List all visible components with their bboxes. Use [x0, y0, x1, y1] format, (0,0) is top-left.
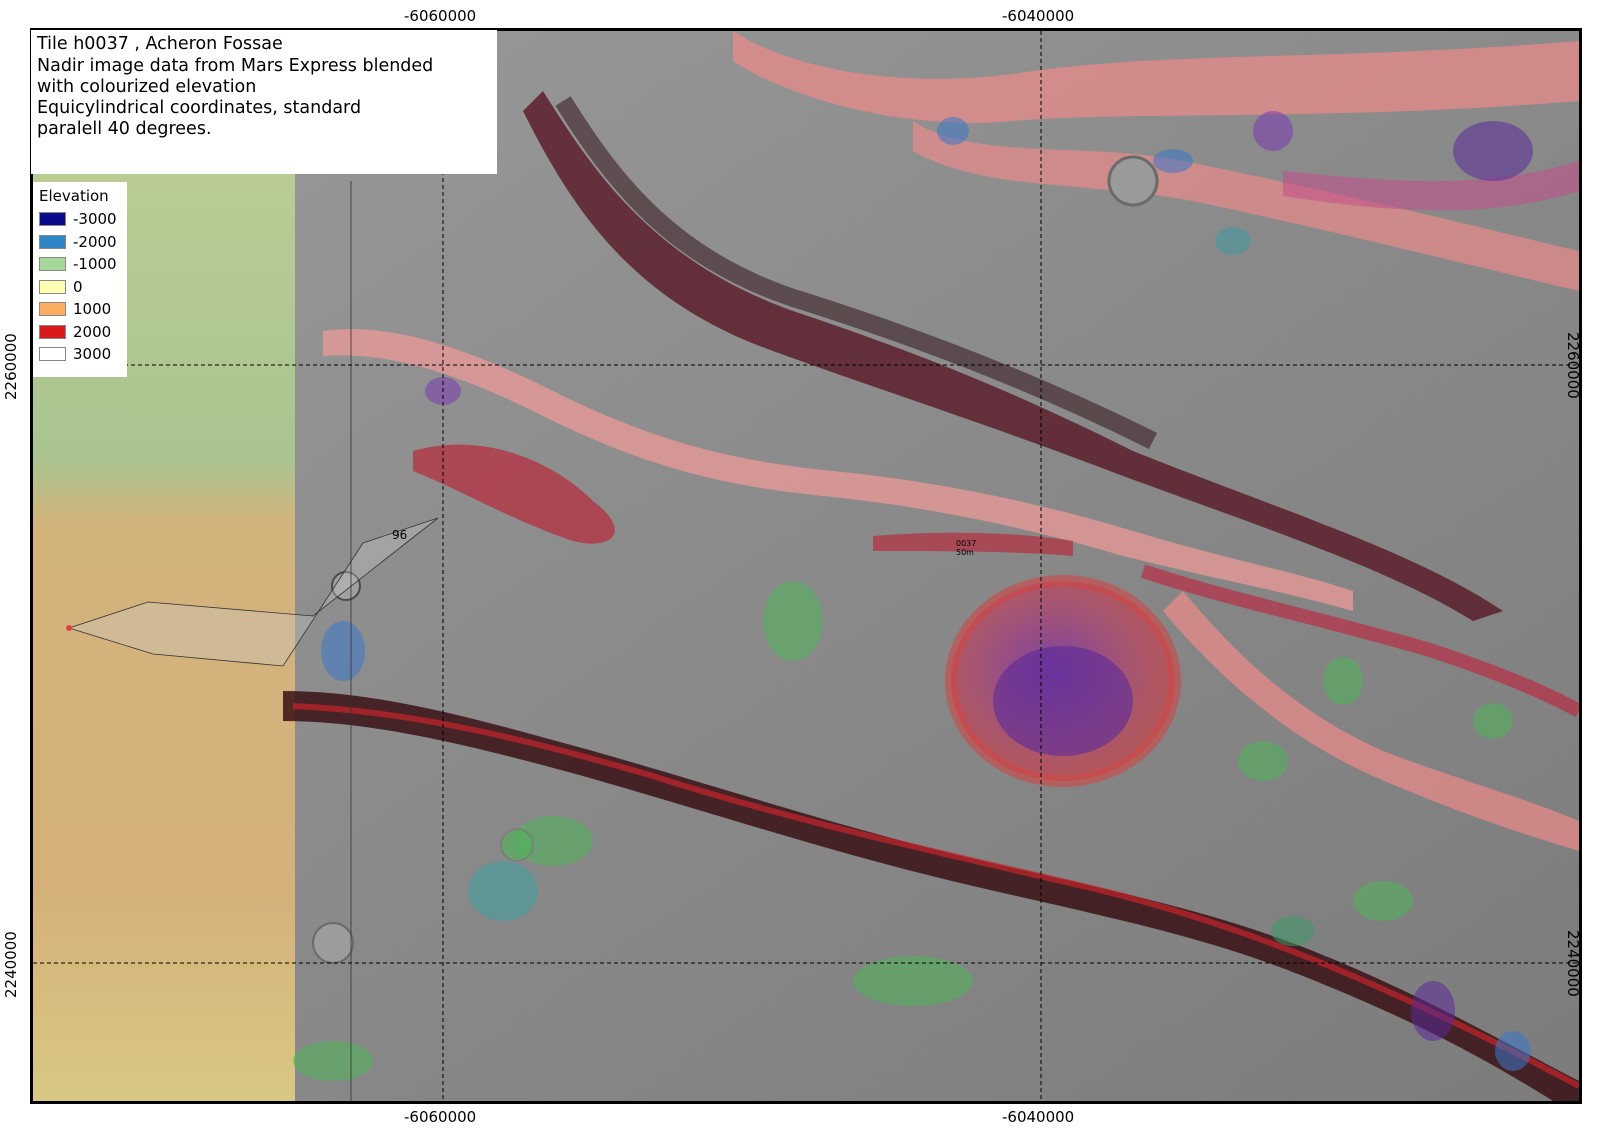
map-title: Tile h0037 , Acheron Fossae — [37, 34, 283, 54]
x-tick-top-2: -6040000 — [1002, 7, 1075, 25]
map-title-box: Tile h0037 , Acheron Fossae Nadir image … — [31, 30, 497, 174]
legend-label: -2000 — [73, 232, 117, 251]
elevation-legend: Elevation -3000 -2000 -1000 0 1000 2000 3000 — [33, 182, 127, 377]
legend-label: -1000 — [73, 255, 117, 273]
y-tick-left-1: 2260000 — [2, 333, 20, 400]
legend-swatch — [39, 212, 66, 226]
legend-swatch — [39, 279, 66, 294]
orbit-number-label: 96 — [392, 528, 408, 542]
legend-swatch — [39, 234, 66, 249]
map-subtitle-2: with colourized elevation — [37, 77, 257, 97]
tile-id: 0037 — [956, 539, 977, 548]
y-tick-right-1: 2260000 — [1564, 332, 1582, 399]
map-subtitle-3: Equicylindrical coordinates, standard — [37, 98, 362, 118]
y-tick-left-2: 2240000 — [2, 931, 20, 998]
small-crater — [1107, 155, 1159, 207]
legend-item: -2000 — [39, 233, 129, 253]
crater-floor — [993, 646, 1133, 756]
legend-swatch — [39, 257, 66, 271]
legend-item: -3000 — [39, 210, 129, 230]
x-tick-bottom-2: -6040000 — [1002, 1108, 1075, 1126]
legend-item: 2000 — [39, 323, 129, 343]
legend-item: 3000 — [39, 345, 129, 365]
tile-resolution: 50m — [956, 548, 974, 557]
map-subtitle-1: Nadir image data from Mars Express blend… — [37, 56, 434, 76]
map-subtitle-4: paralell 40 degrees. — [37, 119, 212, 139]
map-frame[interactable] — [30, 28, 1582, 1104]
legend-label: 0 — [73, 277, 83, 296]
legend-label: 2000 — [73, 322, 112, 341]
legend-swatch — [39, 347, 66, 361]
legend-label: 1000 — [73, 300, 112, 318]
x-tick-top-1: -6060000 — [404, 7, 477, 25]
x-tick-bottom-1: -6060000 — [404, 1108, 477, 1126]
legend-label: -3000 — [73, 210, 117, 228]
legend-swatch — [39, 302, 66, 316]
y-tick-right-2: 2240000 — [1564, 930, 1582, 997]
legend-item: 1000 — [39, 300, 129, 320]
legend-title: Elevation — [39, 187, 109, 205]
legend-item: 0 — [39, 278, 129, 298]
tile-id-label: 0037 50m — [956, 539, 976, 557]
legend-label: 3000 — [73, 345, 112, 363]
legend-item: -1000 — [39, 255, 129, 275]
footprint-point — [66, 625, 72, 631]
terrain-map — [33, 31, 1579, 1101]
legend-swatch — [39, 324, 66, 339]
